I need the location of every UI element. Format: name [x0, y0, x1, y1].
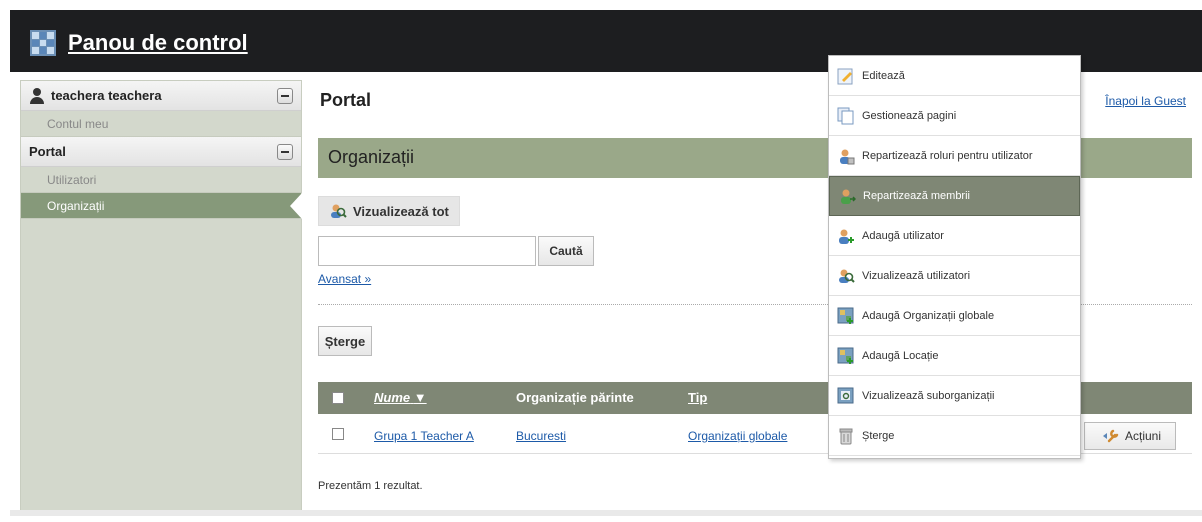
menu-item-label: Șterge: [862, 429, 895, 442]
menu-item-label: Repartizează roluri pentru utilizator: [862, 149, 1033, 162]
row-type-link[interactable]: Organizații globale: [688, 429, 787, 443]
assign-roles-icon: [840, 149, 855, 164]
page-title: Portal: [320, 90, 372, 110]
sidebar-item-organizations[interactable]: Organizații: [21, 193, 302, 219]
delete-button[interactable]: Șterge: [318, 326, 372, 356]
header: Panou de control: [30, 30, 248, 56]
actions-button[interactable]: Acțiuni: [1084, 422, 1176, 450]
section-title: Organizații: [328, 147, 415, 167]
column-header-parent: Organizație părinte: [516, 390, 634, 405]
view-all-label: Vizualizează tot: [353, 203, 449, 219]
search-button[interactable]: Caută: [538, 236, 594, 266]
menu-item-assign-members[interactable]: Repartizează membrii: [829, 176, 1080, 216]
sort-indicator-icon: ▼: [413, 390, 427, 405]
menu-item-view-users[interactable]: Vizualizează utilizatori: [829, 256, 1080, 296]
select-all-checkbox[interactable]: [332, 392, 344, 404]
add-user-icon: [839, 229, 854, 244]
menu-item-add-location[interactable]: Adaugă Locație: [829, 336, 1080, 376]
column-header-name[interactable]: Nume ▼: [374, 390, 427, 405]
menu-item-assign-roles[interactable]: Repartizează roluri pentru utilizator: [829, 136, 1080, 176]
back-to-guest-link[interactable]: Înapoi la Guest: [1105, 94, 1186, 108]
collapse-icon[interactable]: [277, 88, 293, 104]
menu-item-add-user[interactable]: Adaugă utilizator: [829, 216, 1080, 256]
menu-item-delete[interactable]: Șterge: [829, 416, 1080, 456]
column-header-type[interactable]: Tip: [688, 390, 707, 405]
pages-icon: [837, 107, 854, 124]
menu-item-label: Repartizează membrii: [863, 190, 970, 202]
sidebar: teachera teachera Contul meu Portal Util…: [20, 80, 302, 512]
menu-item-label: Adaugă utilizator: [862, 229, 944, 242]
menu-item-manage-pages[interactable]: Gestionează pagini: [829, 96, 1080, 136]
bottom-border: [10, 510, 1202, 516]
view-users-icon: [331, 204, 347, 218]
menu-item-view-suborganizations[interactable]: Vizualizează suborganizații: [829, 376, 1080, 416]
advanced-search-link[interactable]: Avansat »: [318, 272, 371, 286]
assign-members-icon: [841, 189, 856, 204]
menu-item-label: Vizualizează utilizatori: [862, 269, 971, 282]
control-panel-icon: [30, 30, 56, 56]
control-panel-link[interactable]: Panou de control: [68, 30, 248, 56]
menu-item-add-global-organization[interactable]: Adaugă Organizații globale: [829, 296, 1080, 336]
sidebar-portal-title: Portal: [29, 144, 66, 159]
edit-icon: [837, 68, 853, 84]
sidebar-item-users[interactable]: Utilizatori: [21, 167, 301, 193]
menu-item-label: Adaugă Organizații globale: [862, 309, 995, 322]
result-count: Prezentăm 1 rezultat.: [318, 480, 423, 492]
actions-menu: Editează Gestionează pagini Repartizează…: [828, 55, 1081, 459]
menu-item-label: Adaugă Locație: [862, 349, 939, 362]
row-name-link[interactable]: Grupa 1 Teacher A: [374, 429, 474, 443]
menu-item-edit[interactable]: Editează: [829, 56, 1080, 96]
sidebar-item-my-account[interactable]: Contul meu: [21, 111, 301, 137]
collapse-icon[interactable]: [277, 144, 293, 160]
sidebar-portal-header[interactable]: Portal: [21, 137, 301, 167]
add-organization-icon: [837, 307, 854, 324]
user-icon: [29, 87, 45, 104]
actions-label: Acțiuni: [1124, 429, 1162, 443]
menu-item-label: Gestionează pagini: [862, 109, 957, 122]
add-location-icon: [837, 347, 854, 364]
wrench-icon: [1102, 429, 1119, 443]
menu-item-label: Editează: [862, 69, 905, 82]
view-users-icon: [839, 269, 855, 283]
search-input[interactable]: [318, 236, 536, 266]
sidebar-user-name: teachera teachera: [51, 88, 162, 103]
column-header-name-label: Nume: [374, 390, 411, 405]
view-all-button[interactable]: Vizualizează tot: [318, 196, 460, 226]
sidebar-user-header[interactable]: teachera teachera: [21, 81, 301, 111]
menu-item-label: Vizualizează suborganizații: [862, 389, 995, 402]
row-parent-link[interactable]: Bucuresti: [516, 429, 566, 443]
view-suborganizations-icon: [837, 387, 854, 403]
row-checkbox[interactable]: [332, 428, 344, 440]
delete-icon: [839, 428, 853, 444]
